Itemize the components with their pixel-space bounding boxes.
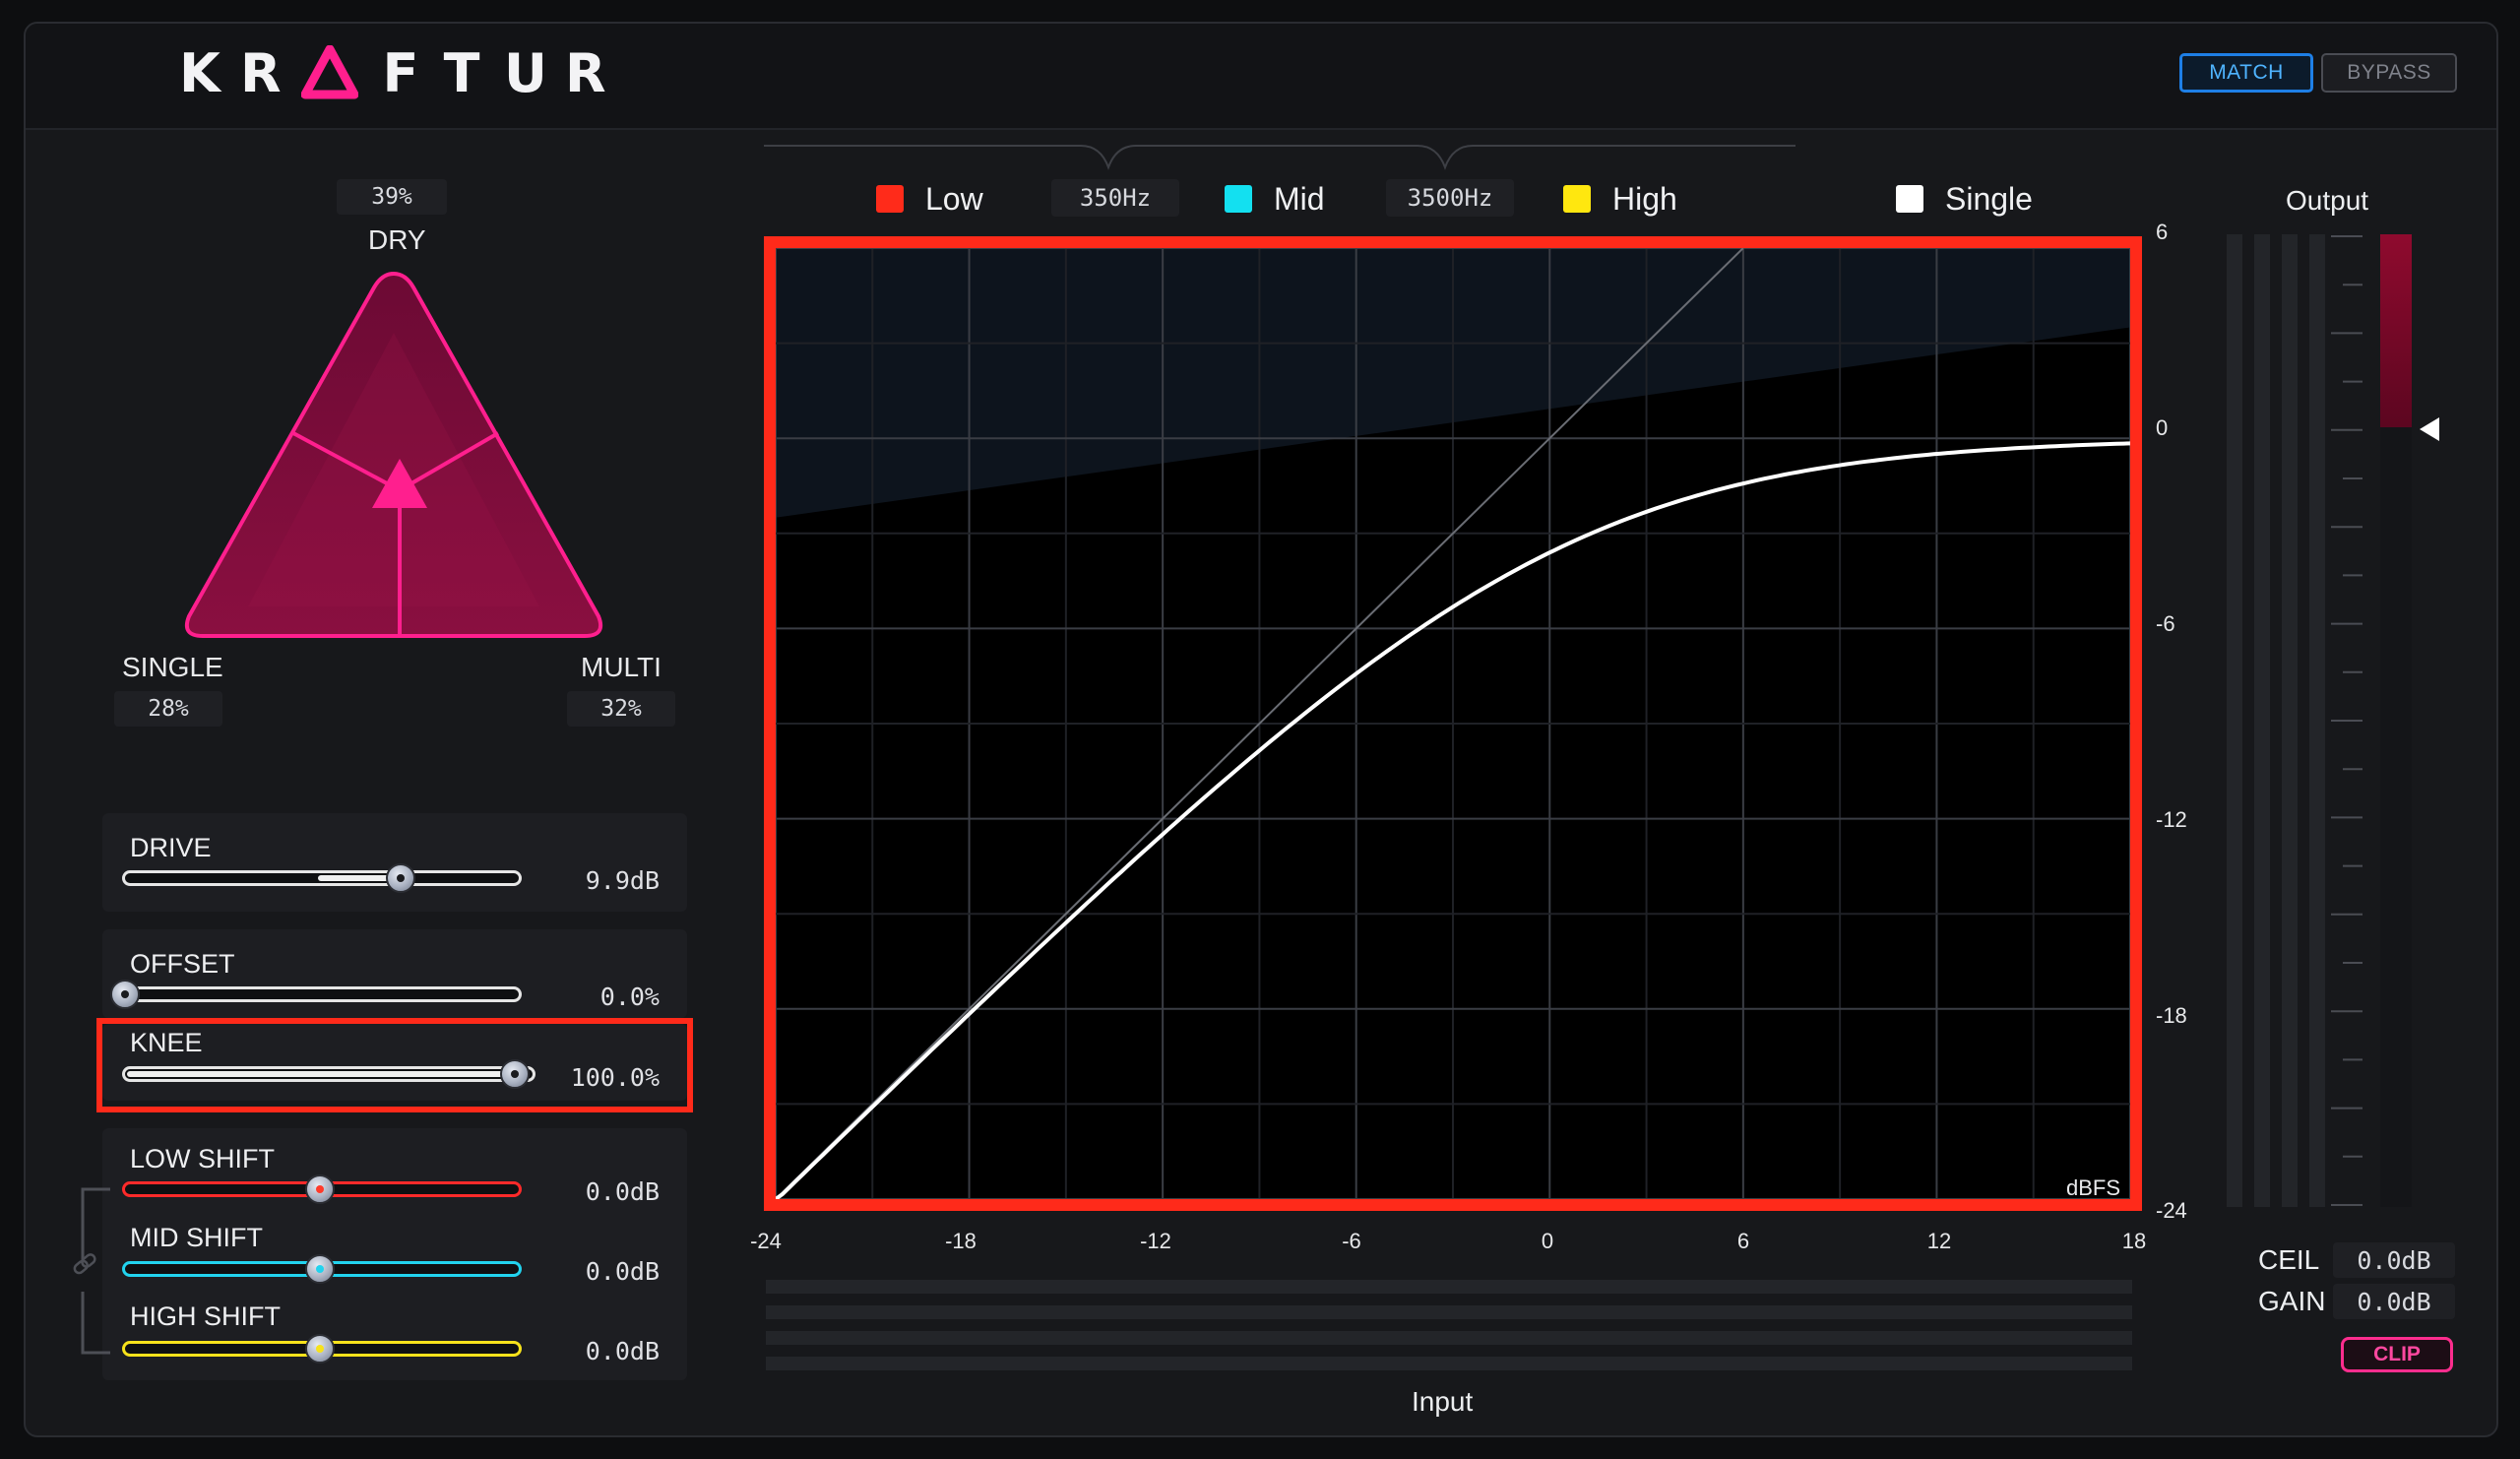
logo-letter: T <box>443 41 480 104</box>
output-meter-4 <box>2309 234 2325 1207</box>
gain-label: GAIN <box>2258 1286 2326 1316</box>
legend-single-label: Single <box>1945 180 2033 217</box>
x-tick: -6 <box>1342 1229 1361 1253</box>
legend-low-label: Low <box>925 180 983 217</box>
y-tick: 0 <box>2156 415 2169 440</box>
input-meter-high <box>766 1331 2132 1345</box>
output-scale <box>2331 235 2362 1206</box>
low-shift-value[interactable]: 0.0dB <box>522 1177 660 1206</box>
x-tick: -24 <box>750 1229 782 1253</box>
logo-letter: R <box>565 41 606 104</box>
offset-slider[interactable] <box>122 986 522 1002</box>
high-shift-value[interactable]: 0.0dB <box>522 1337 660 1365</box>
gain-value[interactable]: 0.0dB <box>2333 1284 2455 1319</box>
drive-value[interactable]: 9.9dB <box>522 866 660 895</box>
offset-label: OFFSET <box>130 949 235 979</box>
brand-logo: K R F T U R <box>179 41 606 104</box>
input-meter-mid <box>766 1305 2132 1319</box>
high-shift-label: HIGH SHIFT <box>130 1301 281 1331</box>
output-meter-3 <box>2282 234 2298 1207</box>
knee-highlight-box <box>96 1018 693 1112</box>
y-tick: -24 <box>2156 1198 2187 1223</box>
single-label: SINGLE <box>122 652 223 682</box>
logo-letter: U <box>504 41 547 104</box>
high-swatch-icon <box>1563 185 1591 213</box>
link-icon <box>73 1253 96 1275</box>
x-tick: -18 <box>945 1229 976 1253</box>
high-shift-handle[interactable] <box>305 1334 335 1364</box>
output-meter-2 <box>2254 234 2270 1207</box>
legend-mid[interactable]: Mid <box>1225 177 1325 221</box>
ceiling-meter <box>2380 234 2412 1207</box>
x-tick: 18 <box>2121 1229 2147 1253</box>
drive-slider-handle[interactable] <box>386 863 415 893</box>
x-tick: -12 <box>1140 1229 1171 1253</box>
low-shift-handle[interactable] <box>305 1174 335 1204</box>
single-swatch-icon <box>1896 185 1923 213</box>
x-tick: 6 <box>1736 1229 1750 1253</box>
legend-single[interactable]: Single <box>1896 177 2033 221</box>
low-mid-crossover-freq[interactable]: 350Hz <box>1051 179 1179 217</box>
transfer-curve-graph[interactable]: dBFS <box>764 236 2142 1211</box>
ceil-value[interactable]: 0.0dB <box>2333 1242 2455 1278</box>
single-value[interactable]: 28% <box>114 691 222 727</box>
ceiling-fill <box>2380 234 2412 427</box>
logo-letter: F <box>382 41 419 104</box>
clip-button[interactable]: CLIP <box>2341 1337 2453 1372</box>
legend-low[interactable]: Low <box>876 177 983 221</box>
mid-swatch-icon <box>1225 185 1252 213</box>
mid-shift-handle[interactable] <box>305 1254 335 1284</box>
match-button[interactable]: MATCH <box>2179 53 2313 93</box>
output-meter-1 <box>2227 234 2242 1207</box>
y-tick: 6 <box>2156 220 2169 244</box>
y-tick: -18 <box>2156 1003 2187 1028</box>
dry-value[interactable]: 39% <box>337 179 447 215</box>
legend-high[interactable]: High <box>1563 177 1677 221</box>
low-shift-label: LOW SHIFT <box>130 1144 275 1174</box>
offset-value[interactable]: 0.0% <box>522 983 660 1011</box>
link-bracket <box>73 1187 110 1355</box>
mid-shift-value[interactable]: 0.0dB <box>522 1257 660 1286</box>
graph-unit-label: dBFS <box>2066 1175 2120 1200</box>
input-meter-low <box>766 1280 2132 1294</box>
x-tick: 0 <box>1541 1229 1554 1253</box>
multi-label: MULTI <box>581 652 662 682</box>
dry-label: DRY <box>368 224 426 255</box>
offset-slider-handle[interactable] <box>110 980 140 1009</box>
mid-shift-label: MID SHIFT <box>130 1223 263 1252</box>
low-swatch-icon <box>876 185 904 213</box>
y-tick: -6 <box>2156 611 2175 636</box>
mix-triangle[interactable] <box>177 264 610 648</box>
logo-letter: K <box>179 41 220 104</box>
logo-letter: R <box>240 41 282 104</box>
drive-label: DRIVE <box>130 833 212 862</box>
logo-triangle-icon <box>301 45 358 99</box>
bypass-button[interactable]: BYPASS <box>2321 53 2457 93</box>
ceil-label: CEIL <box>2258 1244 2320 1275</box>
ceiling-handle-icon[interactable] <box>2416 415 2441 443</box>
input-meter-single <box>766 1357 2132 1370</box>
input-label: Input <box>1412 1386 1474 1417</box>
y-tick: -12 <box>2156 807 2187 832</box>
multi-value[interactable]: 32% <box>567 691 675 727</box>
drive-slider[interactable] <box>122 870 522 886</box>
legend-mid-label: Mid <box>1274 180 1325 217</box>
output-label: Output <box>2286 185 2369 216</box>
mid-high-crossover-freq[interactable]: 3500Hz <box>1386 179 1514 217</box>
x-tick: 12 <box>1926 1229 1952 1253</box>
legend-high-label: High <box>1612 180 1677 217</box>
